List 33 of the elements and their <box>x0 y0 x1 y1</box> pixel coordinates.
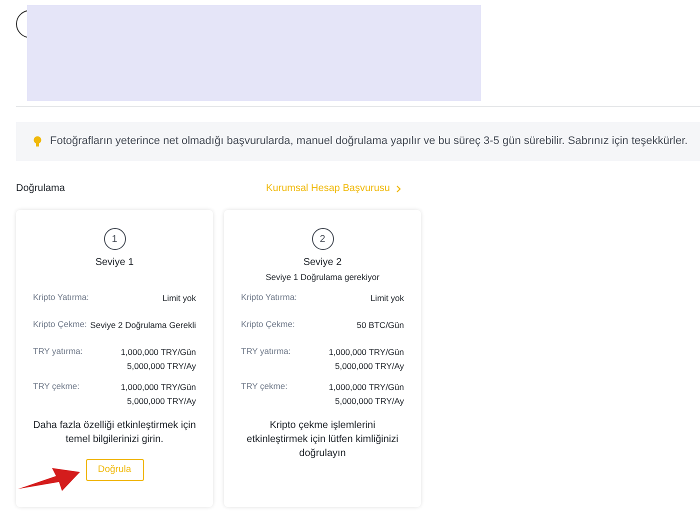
step-number: 1 <box>104 228 126 250</box>
limit-label: Kripto Yatırma: <box>241 291 297 304</box>
limit-label: Kripto Çekme: <box>241 318 295 331</box>
limit-value: 5,000,000 TRY/Ay <box>335 360 404 373</box>
level-title: Seviye 2 <box>303 256 342 270</box>
limit-value: 5,000,000 TRY/Ay <box>127 395 196 408</box>
limit-value: Limit yok <box>370 292 404 305</box>
limit-label: TRY çekme: <box>241 380 288 393</box>
notice-text: Fotoğrafların yeterince net olmadığı başvurularda, manuel doğrulama yapılır ve bu süreç 3-5 gün sürebilir. Sabrınız için teşekkürler. <box>50 134 688 150</box>
step-number: 2 <box>312 228 334 250</box>
limit-label: TRY yatırma: <box>33 345 83 358</box>
limit-value: Seviye 2 Doğrulama Gerekli <box>90 319 196 332</box>
limit-value: 1,000,000 TRY/Gün <box>328 381 404 394</box>
limit-value: 1,000,000 TRY/Gün <box>120 381 196 394</box>
limit-label: TRY yatırma: <box>241 345 291 358</box>
limit-value: 5,000,000 TRY/Ay <box>335 395 404 408</box>
limit-value: Limit yok <box>162 292 196 305</box>
corporate-account-link[interactable]: Kurumsal Hesap Başvurusu <box>266 181 401 196</box>
limit-label: Kripto Yatırma: <box>33 291 89 304</box>
limit-label: Kripto Çekme: <box>33 318 87 331</box>
lightbulb-icon <box>33 136 42 147</box>
limit-value: 50 BTC/Gün <box>356 319 404 332</box>
level-description: Kripto çekme işlemlerini etkinleştirmek için lütfen kimliğinizi doğrulayın <box>246 419 400 461</box>
verify-button[interactable]: Doğrula <box>86 459 144 481</box>
chevron-right-icon <box>396 184 401 192</box>
section-title: Doğrulama <box>16 182 65 196</box>
limit-label: TRY çekme: <box>33 380 80 393</box>
limit-value: 5,000,000 TRY/Ay <box>127 360 196 373</box>
level-requirement: Seviye 1 Doğrulama gerekiyor <box>266 271 380 284</box>
limit-value: 1,000,000 TRY/Gün <box>328 346 404 359</box>
level-title: Seviye 1 <box>95 256 134 270</box>
limit-value: 1,000,000 TRY/Gün <box>120 346 196 359</box>
level-description: Daha fazla özelliği etkinleştirmek için temel bilgilerinizi girin. <box>33 419 196 447</box>
